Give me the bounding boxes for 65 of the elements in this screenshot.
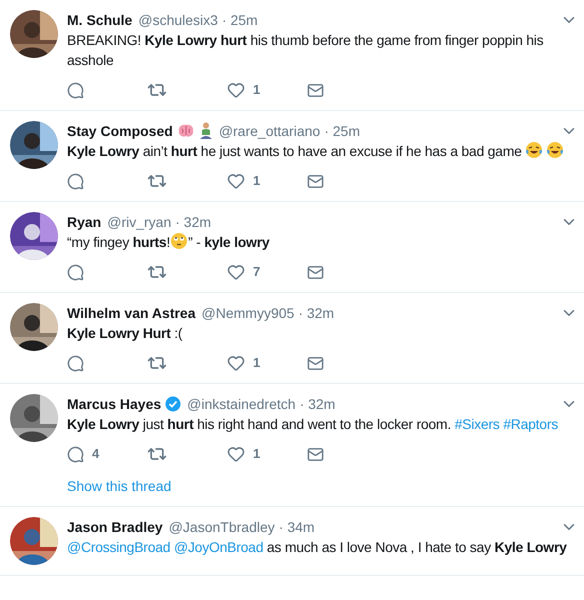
message-button[interactable] [307,82,324,98]
timestamp[interactable]: · 25m [222,10,258,30]
message-button[interactable] [307,446,324,462]
message-button[interactable] [307,264,324,280]
speech-bubble-icon [67,354,84,372]
tweet-text: Kyle Lowry ain’t hurt he just wants to have an excuse if he has a bad game [67,141,578,161]
like-button[interactable] [227,354,245,372]
reply-button[interactable] [67,172,84,190]
display-name[interactable]: Stay Composed [67,121,173,141]
speech-bubble-icon [67,172,84,190]
link[interactable]: #Raptors [503,416,558,432]
timestamp[interactable]: · 25m [324,121,360,141]
heart-icon [227,81,245,99]
timestamp[interactable]: · 34m [278,517,315,537]
like-button[interactable] [227,263,245,281]
tweet-text: “my fingey hurts! ” - kyle lowry [67,232,270,252]
like-button[interactable] [227,81,245,99]
speech-bubble-icon [67,264,84,280]
tweet-text: BREAKING! Kyle Lowry hurt his thumb before the game from finger poppin his asshole [67,31,544,70]
user-handle[interactable]: @Nemmyy905 [202,303,294,323]
user-handle[interactable]: @inkstainedretch [187,394,296,414]
link[interactable]: @CrossingBroad [67,539,170,555]
reply-button[interactable] [67,354,84,372]
display-name[interactable]: Jason Bradley [67,517,163,537]
link[interactable]: @JoyOnBroad [174,539,264,555]
user-handle[interactable]: @rare_ottariano [218,121,320,141]
timestamp[interactable]: · 32m [175,212,212,232]
timestamp[interactable]: · 32m [300,394,336,414]
reply-count: 4 [92,445,100,464]
display-name[interactable]: Wilhelm van Astrea [67,303,196,323]
like-button[interactable] [227,172,245,190]
like-count: 1 [253,81,260,100]
reply-button[interactable] [67,446,84,462]
reply-button[interactable] [67,82,84,98]
speech-bubble-icon [67,446,84,462]
envelope-icon [307,264,324,280]
envelope-icon [307,172,324,190]
tweet-text: Kyle Lowry just hurt his right hand and went to the locker room. #Sixers #Raptors [67,415,560,434]
user-handle[interactable]: @schulesix3 [138,10,218,30]
speech-bubble-icon [67,82,84,98]
show-thread-link[interactable]: Show this thread [67,476,578,496]
heart-icon [227,354,245,372]
display-name[interactable]: M. Schule [67,10,132,30]
like-count: 1 [253,445,260,464]
heart-icon [227,263,245,281]
message-button[interactable] [307,172,324,190]
like-count: 1 [253,354,260,372]
envelope-icon [307,82,324,98]
user-handle[interactable]: @riv_ryan [107,212,172,232]
like-button[interactable] [227,445,245,463]
tweet-text: @CrossingBroad @JoyOnBroad as much as I love Nova , I hate to say Kyle Lowry [67,538,568,557]
display-name[interactable]: Ryan [67,212,102,232]
like-count: 7 [253,263,260,282]
tweet-text: Kyle Lowry Hurt :( [67,324,184,343]
timestamp[interactable]: · 32m [298,303,334,323]
user-handle[interactable]: @JasonTbradley [168,517,275,537]
reply-button[interactable] [67,264,84,280]
envelope-icon [307,446,324,462]
envelope-icon [307,354,324,372]
heart-icon [227,172,245,190]
display-name[interactable]: Marcus Hayes [67,394,162,414]
link[interactable]: #Sixers [454,416,500,432]
message-button[interactable] [307,354,324,372]
heart-icon [227,445,245,463]
like-count: 1 [253,172,260,190]
